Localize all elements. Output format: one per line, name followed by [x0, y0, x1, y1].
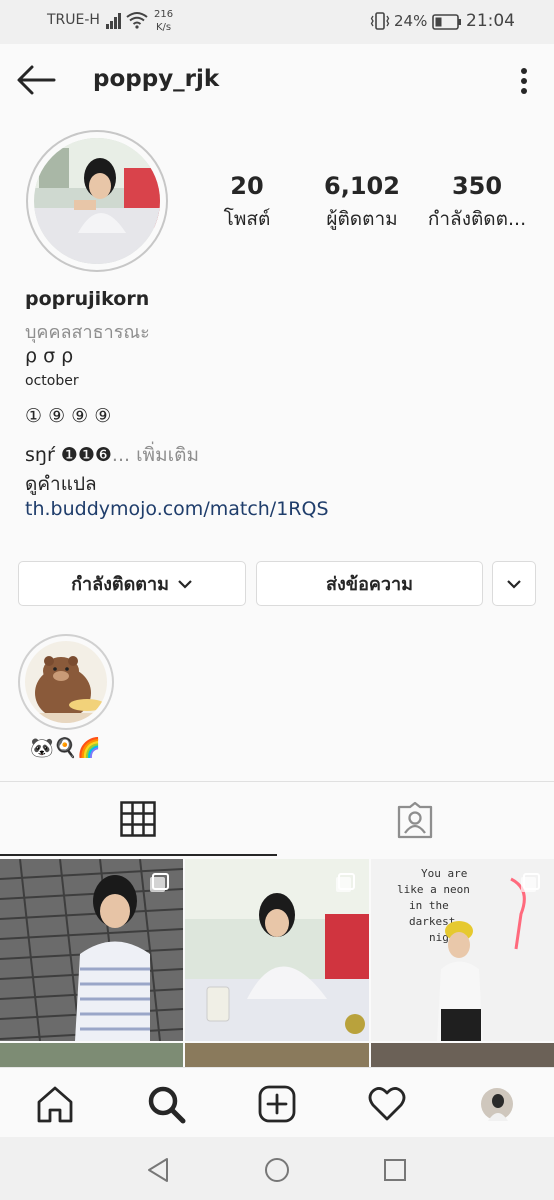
- posts-label: โพสต์: [223, 208, 271, 230]
- chevron-down-icon: [178, 579, 192, 589]
- vibrate-icon: [370, 12, 390, 30]
- chevron-down-icon: [507, 579, 521, 589]
- heart-icon[interactable]: [367, 1084, 407, 1124]
- translate-link[interactable]: ดูคำแปล: [25, 469, 97, 499]
- highlight-cover: [25, 641, 107, 723]
- network-speed: 216 K/s: [154, 8, 173, 34]
- bio-line: october: [25, 373, 79, 389]
- bio-line: ① ⑨ ⑨ ⑨: [25, 405, 112, 427]
- profile-avatar[interactable]: [26, 130, 168, 272]
- signal-icon: [106, 13, 121, 29]
- bio-line: sŋŕ ❶❶❻... เพิ่มเติม: [25, 440, 199, 470]
- followers-stat[interactable]: 6,102 ผู้ติดตาม: [310, 172, 414, 234]
- following-label: กำลังติดต...: [427, 208, 527, 230]
- following-count: 350: [451, 172, 503, 200]
- followers-count: 6,102: [324, 172, 400, 200]
- bio-line: ρ σ ρ: [25, 345, 74, 367]
- profile-header: poppy_rjk: [0, 44, 554, 116]
- back-triangle-icon[interactable]: [146, 1157, 170, 1183]
- post-thumbnail[interactable]: [185, 859, 369, 1041]
- more-link[interactable]: ... เพิ่มเติม: [112, 444, 199, 466]
- multiple-photos-icon: [336, 873, 355, 892]
- profile-website-link[interactable]: th.buddymojo.com/match/1RQS: [25, 498, 329, 520]
- bottom-navigation: [0, 1067, 554, 1137]
- profile-avatar-tab[interactable]: [480, 1087, 514, 1121]
- profile-display-name: poprujikorn: [25, 288, 150, 310]
- message-button[interactable]: ส่งข้อความ: [256, 561, 483, 606]
- highlight-label: 🐼🍳🌈: [30, 737, 101, 759]
- tagged-icon[interactable]: [396, 801, 434, 839]
- suggested-accounts-button[interactable]: [492, 561, 536, 606]
- add-icon[interactable]: [257, 1084, 297, 1124]
- following-button[interactable]: กำลังติดตาม: [18, 561, 246, 606]
- recent-apps-icon[interactable]: [383, 1158, 407, 1182]
- home-circle-icon[interactable]: [264, 1157, 290, 1183]
- posts-stat[interactable]: 20 โพสต์: [206, 172, 288, 234]
- grid-icon[interactable]: [120, 801, 156, 837]
- system-navigation-bar: [0, 1137, 554, 1200]
- following-button-label: กำลังติดตาม: [71, 574, 169, 595]
- search-icon[interactable]: [146, 1084, 186, 1124]
- speed-value: 216: [154, 9, 174, 20]
- svg-text:in the: in the: [409, 899, 449, 912]
- clock: 21:04: [466, 11, 515, 31]
- more-vertical-icon[interactable]: [514, 66, 534, 96]
- avatar-photo: [34, 138, 160, 264]
- post-thumbnail[interactable]: [0, 1043, 183, 1067]
- post-thumbnail[interactable]: [371, 1043, 554, 1067]
- home-icon[interactable]: [35, 1084, 75, 1124]
- story-highlight[interactable]: [18, 634, 114, 730]
- svg-text:like a neon: like a neon: [397, 883, 470, 896]
- battery-icon: [432, 14, 461, 30]
- followers-label: ผู้ติดตาม: [326, 208, 398, 230]
- battery-percent: 24%: [394, 12, 428, 30]
- back-arrow-icon[interactable]: [14, 64, 58, 96]
- active-tab-indicator: [0, 854, 277, 856]
- message-button-label: ส่งข้อความ: [325, 574, 413, 595]
- post-thumbnail[interactable]: You are like a neon in the darkest night: [371, 859, 554, 1041]
- multiple-photos-icon: [521, 873, 540, 892]
- post-thumbnail[interactable]: [185, 1043, 369, 1067]
- profile-tabs: [0, 781, 554, 856]
- status-bar: TRUE-H 216 K/s 24% 21:04: [0, 0, 554, 44]
- carrier-label: TRUE-H: [47, 12, 100, 28]
- wifi-icon: [126, 12, 148, 29]
- multiple-photos-icon: [150, 873, 169, 892]
- svg-text:You are: You are: [421, 867, 467, 880]
- following-stat[interactable]: 350 กำลังติดต...: [424, 172, 530, 234]
- speed-unit: K/s: [155, 22, 172, 33]
- bio-text: sŋŕ ❶❶❻: [25, 444, 112, 466]
- post-thumbnail[interactable]: [0, 859, 183, 1041]
- profile-username: poppy_rjk: [93, 66, 220, 92]
- instagram-profile-screen: TRUE-H 216 K/s 24% 21:04 poppy_rjk 20 โพ…: [0, 0, 554, 1200]
- profile-category: บุคคลสาธารณะ: [25, 322, 150, 343]
- posts-count: 20: [230, 172, 264, 200]
